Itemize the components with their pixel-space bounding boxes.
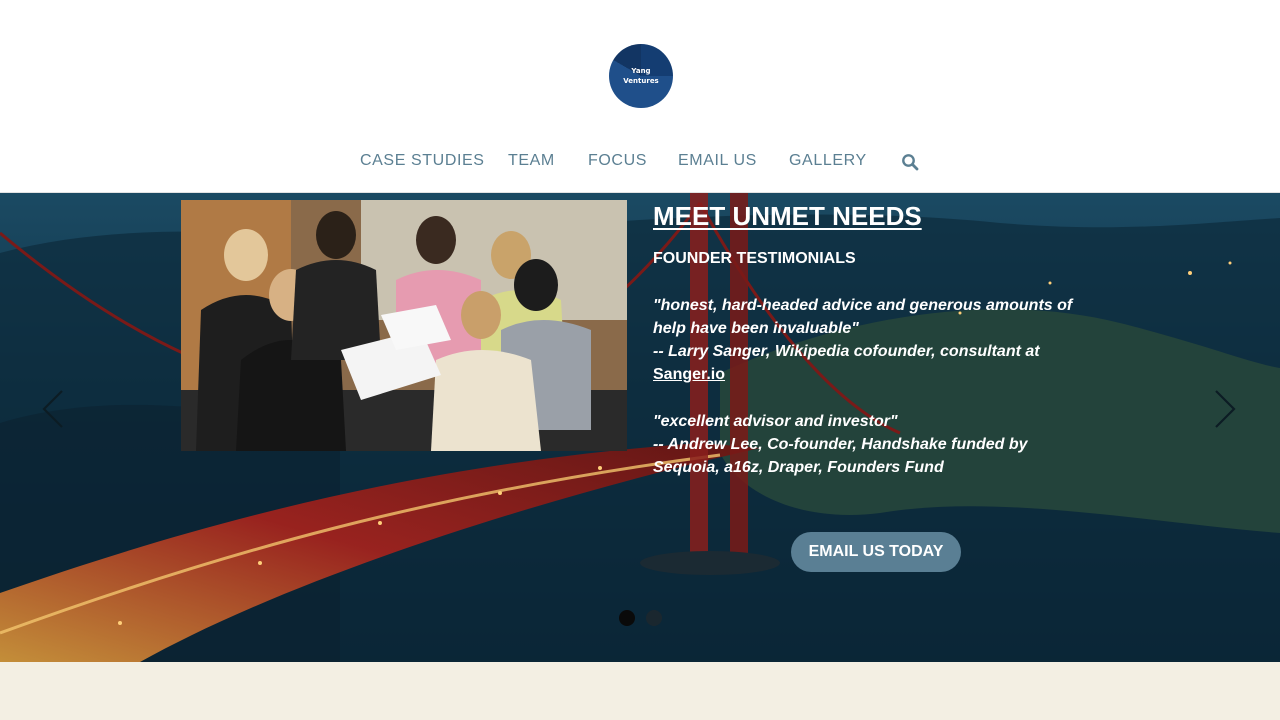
sanger-link[interactable]: Sanger.io [653, 366, 725, 383]
main-nav: CASE STUDIES TEAM FOCUS EMAIL US GALLERY [0, 150, 1280, 176]
next-slide-arrow-icon[interactable] [1212, 389, 1238, 429]
previous-slide-arrow-icon[interactable] [40, 389, 66, 429]
nav-item-gallery[interactable]: GALLERY [789, 152, 867, 170]
testimonial-quote-2: "excellent advisor and investor" [653, 413, 898, 430]
testimonial-attribution-1: -- Larry Sanger, Wikipedia cofounder, co… [653, 343, 1040, 360]
logo-text-line-2: Ventures [623, 77, 659, 85]
nav-item-email-us[interactable]: EMAIL US [678, 152, 757, 170]
logo-text-line-1: Yang [631, 67, 651, 75]
nav-item-team[interactable]: TEAM [508, 152, 555, 170]
nav-item-case-studies[interactable]: CASE STUDIES [360, 152, 485, 170]
slide-dot-1[interactable] [619, 610, 635, 626]
email-us-today-button[interactable]: EMAIL US TODAY [791, 532, 961, 572]
logo[interactable]: Yang Ventures [609, 44, 673, 108]
slide-dot-2[interactable] [646, 610, 662, 626]
testimonial-quote-1-line-2: help have been invaluable" [653, 320, 859, 337]
testimonial-attribution-2-line-1: -- Andrew Lee, Co-founder, Handshake fun… [653, 436, 1028, 453]
testimonial-link-row: Sanger.io [653, 363, 725, 386]
site-header: Yang Ventures CASE STUDIES TEAM FOCUS EM… [0, 0, 1280, 193]
testimonial-attribution-2-line-2: Sequoia, a16z, Draper, Founders Fund [653, 459, 944, 476]
founders-meeting-photo [181, 200, 627, 451]
hero-headline[interactable]: MEET UNMET NEEDS [653, 201, 922, 232]
nav-item-focus[interactable]: FOCUS [588, 152, 647, 170]
search-icon[interactable] [901, 153, 919, 171]
hero-slider: MEET UNMET NEEDS FOUNDER TESTIMONIALS "h… [0, 193, 1280, 662]
testimonial-quote-1-line-1: "honest, hard-headed advice and generous… [653, 297, 1073, 314]
testimonials-heading: FOUNDER TESTIMONIALS [653, 250, 856, 267]
